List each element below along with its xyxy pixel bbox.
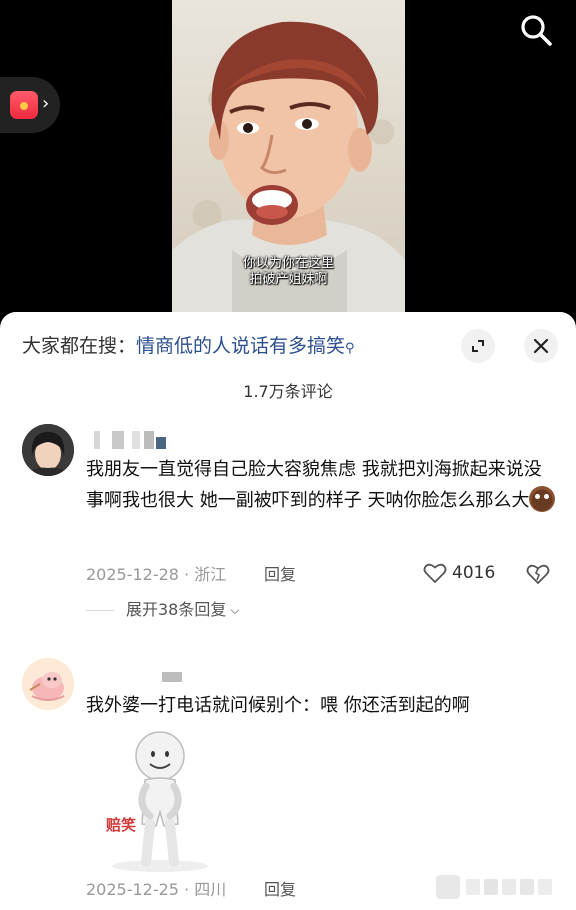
comment-body: 我外婆一打电话就问候别个：喂 你还活到起的啊 — [86, 695, 470, 716]
search-icon[interactable] — [518, 12, 554, 48]
comments-sheet: 大家都在搜：情商低的人说话有多搞笑⚲ 1.7万条评论 我朋友一直觉得自己脸大容貌… — [0, 312, 576, 910]
chevron-right-icon: › — [42, 93, 50, 114]
sheet-header: 大家都在搜：情商低的人说话有多搞笑⚲ — [0, 312, 576, 376]
search-suggestion-query[interactable]: 情商低的人说话有多搞笑 — [136, 335, 345, 357]
comment-location: 四川 — [194, 880, 227, 899]
avatar-image — [22, 424, 74, 476]
close-icon — [533, 338, 549, 354]
expand-button[interactable] — [461, 329, 495, 363]
comment-count: 1.7万条评论 — [243, 382, 333, 401]
comment-meta: 2025-12-25 · 四川 — [86, 880, 226, 900]
subtitle-line-1: 你以为你在这里 — [242, 256, 334, 271]
expand-divider — [86, 609, 114, 611]
watermark-logo — [436, 875, 552, 899]
comment-date: 2025-12-25 — [86, 880, 179, 899]
username[interactable] — [162, 668, 182, 686]
heart-icon — [423, 563, 447, 584]
close-button[interactable] — [524, 329, 558, 363]
reply-button[interactable]: 回复 — [264, 880, 296, 900]
avatar[interactable] — [22, 658, 74, 710]
search-suggestion-prefix: 大家都在搜： — [22, 335, 137, 357]
meta-separator: · — [178, 565, 195, 584]
comment-meta: 2025-12-28 · 浙江 — [86, 565, 226, 585]
search-small-icon: ⚲ — [345, 341, 355, 356]
video-player[interactable]: 你以为你在这里 拍破产姐妹啊 › — [0, 0, 576, 330]
red-packet-entry[interactable]: › — [0, 77, 60, 133]
meta-separator: · — [178, 880, 195, 899]
subtitle-line-2: 拍破产姐妹啊 — [249, 272, 328, 287]
comment-date: 2025-12-28 — [86, 565, 179, 584]
comment-body: 我朋友一直觉得自己脸大容貌焦虑 我就把刘海掀起来说没事啊我也很大 她一副被吓到的… — [86, 459, 542, 511]
chevron-down-icon: ⌵ — [230, 602, 240, 617]
search-suggestion[interactable]: 大家都在搜：情商低的人说话有多搞笑⚲ — [22, 334, 355, 361]
avatar-image — [22, 658, 74, 710]
avatar[interactable] — [22, 424, 74, 476]
comment-text: 我朋友一直觉得自己脸大容貌焦虑 我就把刘海掀起来说没事啊我也很大 她一副被吓到的… — [86, 454, 556, 516]
username[interactable] — [94, 431, 174, 449]
expand-icon — [472, 340, 484, 352]
video-frame[interactable]: 你以为你在这里 拍破产姐妹啊 — [172, 0, 405, 330]
sticker-caption: 赔笑 — [106, 816, 137, 834]
dog-emoji-icon — [529, 486, 556, 512]
red-packet-icon — [10, 91, 38, 119]
laughing-sticker-image[interactable] — [90, 724, 230, 874]
expand-replies-label: 展开38条回复 — [126, 600, 227, 619]
like-count: 4016 — [452, 563, 496, 583]
video-subtitle: 你以为你在这里 拍破产姐妹啊 — [172, 256, 405, 288]
reply-button[interactable]: 回复 — [264, 565, 296, 585]
expand-replies-button[interactable]: 展开38条回复 ⌵ — [86, 600, 239, 620]
comment-text: 我外婆一打电话就问候别个：喂 你还活到起的啊 — [86, 690, 556, 721]
broken-heart-icon[interactable] — [526, 563, 550, 585]
comment-location: 浙江 — [194, 565, 227, 584]
like-button[interactable]: 4016 — [423, 562, 495, 584]
